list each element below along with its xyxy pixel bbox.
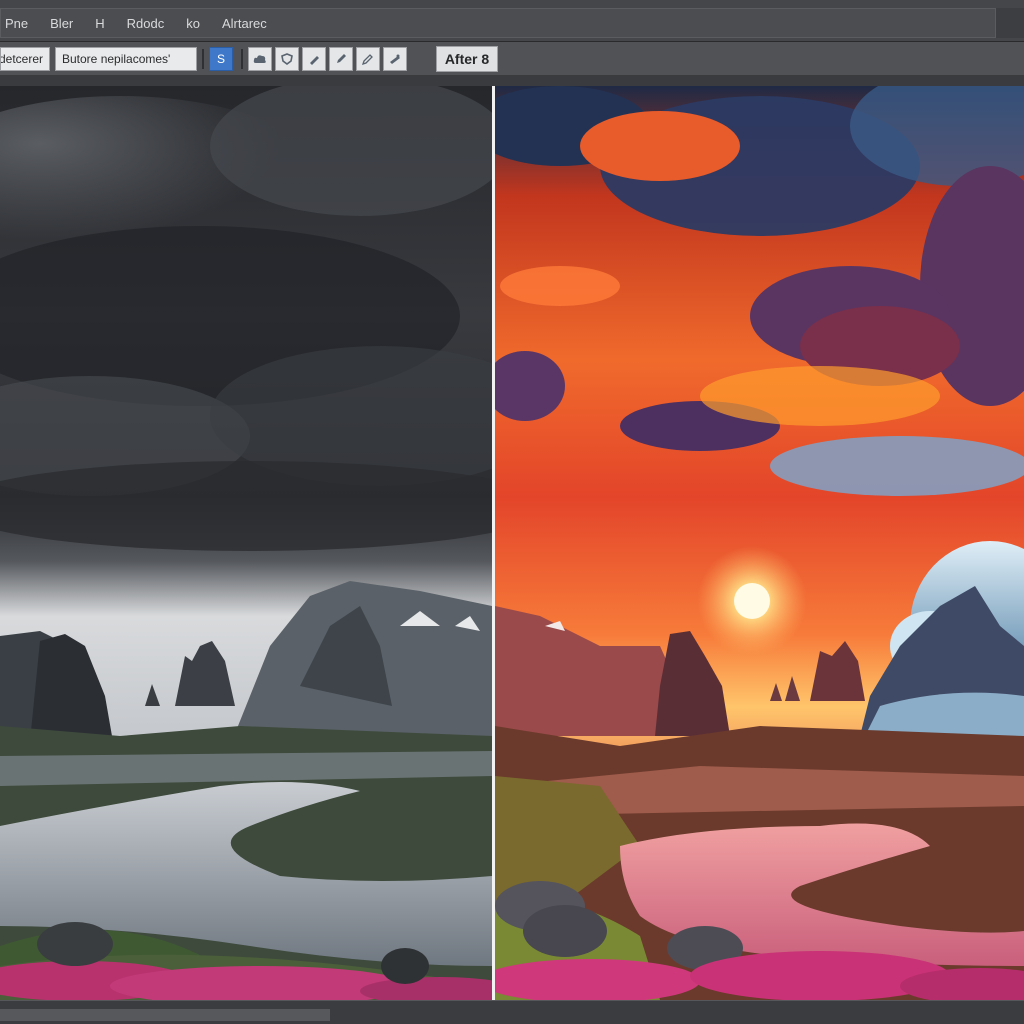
document-tab-strip <box>0 76 1024 86</box>
toolbar: ldetcerer Butore nepilacomes' S After 8 <box>0 42 1024 76</box>
menu-item-filters[interactable]: Alrtarec <box>222 16 267 31</box>
pen-tool-button[interactable] <box>329 46 353 71</box>
image-editor-window: Pne Bler H Rdodc ko Alrtarec ldetcerer B… <box>0 0 1024 1024</box>
menu-item-file[interactable]: Pne <box>5 16 28 31</box>
toolbar-divider-2 <box>241 48 243 69</box>
cloud-tool-button[interactable] <box>248 46 272 71</box>
toolbar-divider <box>202 48 204 69</box>
shield-icon <box>281 52 293 65</box>
brush-tool-button[interactable] <box>302 46 326 71</box>
menu-bar-edge <box>996 8 1024 38</box>
menu-item-view[interactable]: ko <box>186 16 200 31</box>
shield-tool-button[interactable] <box>275 46 299 71</box>
comparison-divider[interactable] <box>492 86 495 1000</box>
after-image <box>495 86 1024 1000</box>
preset-field[interactable]: ldetcerer <box>0 46 50 71</box>
after-view-button[interactable]: After 8 <box>436 45 498 72</box>
comparison-canvas[interactable] <box>0 86 1024 1000</box>
menu-bar: Pne Bler H Rdodc ko Alrtarec <box>0 0 1024 42</box>
pen-icon <box>337 53 346 63</box>
clone-tool-button[interactable] <box>383 46 407 71</box>
menu-item-edit[interactable]: Bler <box>50 16 73 31</box>
horizontal-scrollbar[interactable] <box>0 1000 1024 1024</box>
menu-item-tools[interactable]: Rdodc <box>127 16 165 31</box>
menu-strip: Pne Bler H Rdodc ko Alrtarec <box>0 8 996 38</box>
pencil-icon <box>362 53 373 65</box>
menu-item-help[interactable]: H <box>95 16 104 31</box>
scrollbar-thumb[interactable] <box>0 1009 330 1021</box>
before-preset-field[interactable]: Butore nepilacomes' <box>55 46 197 71</box>
cloud-icon <box>253 54 266 63</box>
pencil-tool-button[interactable] <box>356 46 380 71</box>
selection-tool-button[interactable]: S <box>209 46 233 71</box>
before-image <box>0 86 492 1000</box>
selection-tool-label: S <box>216 51 225 66</box>
clone-stamp-icon <box>390 54 400 64</box>
brush-icon <box>310 55 319 65</box>
